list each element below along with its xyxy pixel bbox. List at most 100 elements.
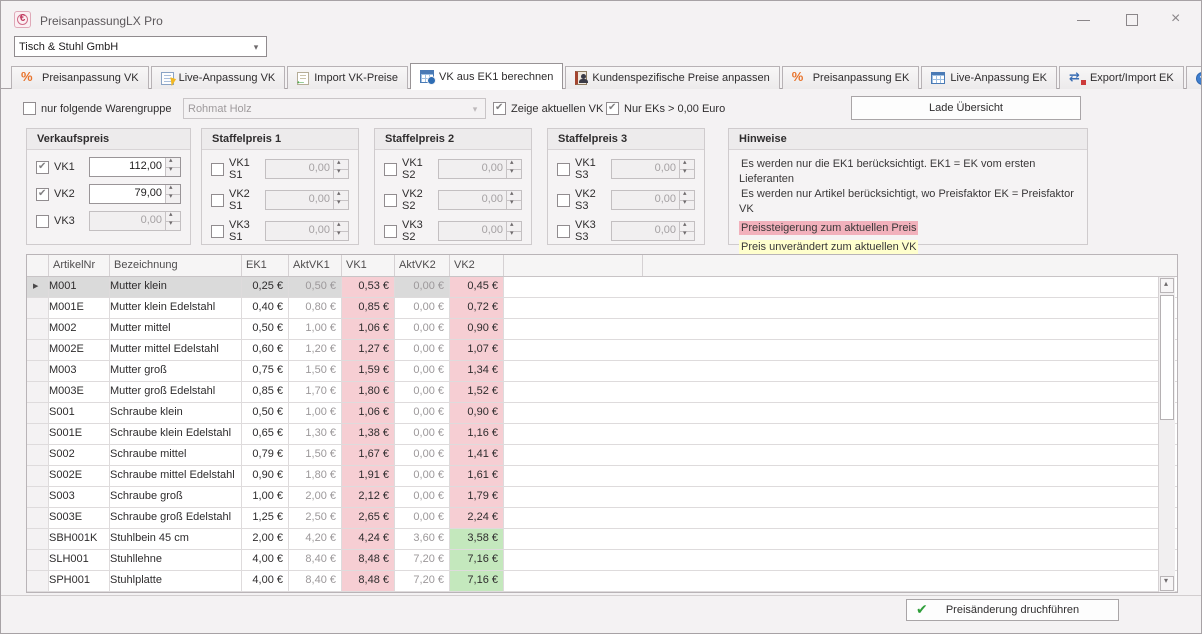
spin-down-icon[interactable] — [507, 231, 521, 241]
cell-ek1[interactable]: 1,00 € — [242, 487, 289, 507]
table-row[interactable]: SLH001Stuhllehne4,00 €8,40 €8,48 €7,20 €… — [27, 550, 1177, 571]
cell-vk2[interactable]: 7,16 € — [450, 550, 504, 570]
table-row[interactable]: M003Mutter groß0,75 €1,50 €1,59 €0,00 €1… — [27, 361, 1177, 382]
cell-bezeichnung[interactable]: Mutter groß — [110, 361, 242, 381]
vk3-spin-edit[interactable]: 0,00 — [89, 211, 181, 231]
spin-down-icon[interactable] — [507, 169, 521, 179]
cell-bezeichnung[interactable]: Schraube groß — [110, 487, 242, 507]
spin-down-icon[interactable] — [680, 200, 694, 210]
row-indicator[interactable] — [27, 466, 49, 486]
cell-ek1[interactable]: 2,00 € — [242, 529, 289, 549]
vk2-s2-checkbox[interactable]: VK2 S2 — [384, 188, 438, 212]
cell-vk1[interactable]: 1,06 € — [342, 403, 395, 423]
cell-artikelnr[interactable]: S003E — [49, 508, 110, 528]
vk1-s3-spin-edit[interactable]: 0,00 — [611, 159, 695, 179]
vk2-s2-spin-edit[interactable]: 0,00 — [438, 190, 522, 210]
cell-aktvk2[interactable]: 0,00 € — [395, 487, 450, 507]
table-row[interactable]: SPH001Stuhlplatte4,00 €8,40 €8,48 €7,20 … — [27, 571, 1177, 592]
cell-aktvk2[interactable]: 0,00 € — [395, 361, 450, 381]
cell-aktvk2[interactable]: 3,60 € — [395, 529, 450, 549]
cell-bezeichnung[interactable]: Mutter mittel Edelstahl — [110, 340, 242, 360]
table-row[interactable]: M002Mutter mittel0,50 €1,00 €1,06 €0,00 … — [27, 319, 1177, 340]
cell-aktvk1[interactable]: 0,50 € — [289, 277, 342, 297]
cell-vk1[interactable]: 4,24 € — [342, 529, 395, 549]
vk1-s3-checkbox[interactable]: VK1 S3 — [557, 157, 611, 181]
cell-vk1[interactable]: 8,48 € — [342, 550, 395, 570]
cell-vk2[interactable]: 1,34 € — [450, 361, 504, 381]
cell-aktvk2[interactable]: 0,00 € — [395, 424, 450, 444]
scroll-up-icon[interactable] — [1160, 278, 1174, 293]
cell-bezeichnung[interactable]: Mutter groß Edelstahl — [110, 382, 242, 402]
column-header-ek1[interactable]: EK1 — [242, 255, 289, 276]
row-indicator[interactable] — [27, 508, 49, 528]
vk3-s3-spin-edit[interactable]: 0,00 — [611, 221, 695, 241]
cell-vk1[interactable]: 0,85 € — [342, 298, 395, 318]
cell-ek1[interactable]: 0,85 € — [242, 382, 289, 402]
maximize-button[interactable] — [1123, 13, 1141, 27]
cell-aktvk2[interactable]: 7,20 € — [395, 550, 450, 570]
warengruppe-select[interactable]: Rohmat Holz — [183, 98, 486, 119]
cell-bezeichnung[interactable]: Mutter mittel — [110, 319, 242, 339]
cell-artikelnr[interactable]: S002E — [49, 466, 110, 486]
table-row[interactable]: S001ESchraube klein Edelstahl0,65 €1,30 … — [27, 424, 1177, 445]
cell-artikelnr[interactable]: M003E — [49, 382, 110, 402]
row-indicator[interactable] — [27, 361, 49, 381]
cell-vk2[interactable]: 0,90 € — [450, 319, 504, 339]
cell-bezeichnung[interactable]: Schraube groß Edelstahl — [110, 508, 242, 528]
cell-vk2[interactable]: 1,79 € — [450, 487, 504, 507]
cell-ek1[interactable]: 0,50 € — [242, 319, 289, 339]
cell-vk1[interactable]: 1,27 € — [342, 340, 395, 360]
vk2-s3-checkbox[interactable]: VK2 S3 — [557, 188, 611, 212]
cell-artikelnr[interactable]: M002E — [49, 340, 110, 360]
vk3-s1-checkbox[interactable]: VK3 S1 — [211, 219, 265, 243]
cell-ek1[interactable]: 0,65 € — [242, 424, 289, 444]
spin-down-icon[interactable] — [680, 231, 694, 241]
row-indicator[interactable] — [27, 382, 49, 402]
cell-aktvk1[interactable]: 8,40 € — [289, 550, 342, 570]
table-row[interactable]: S002Schraube mittel0,79 €1,50 €1,67 €0,0… — [27, 445, 1177, 466]
table-row[interactable]: M003EMutter groß Edelstahl0,85 €1,70 €1,… — [27, 382, 1177, 403]
cell-aktvk1[interactable]: 1,50 € — [289, 445, 342, 465]
row-indicator[interactable] — [27, 340, 49, 360]
cell-aktvk2[interactable]: 0,00 € — [395, 319, 450, 339]
cell-bezeichnung[interactable]: Mutter klein — [110, 277, 242, 297]
close-button[interactable]: × — [1171, 13, 1189, 27]
cell-ek1[interactable]: 0,75 € — [242, 361, 289, 381]
cell-ek1[interactable]: 0,40 € — [242, 298, 289, 318]
tab-live-anpassung-vk[interactable]: Live-Anpassung VK — [151, 66, 286, 89]
cell-aktvk1[interactable]: 1,30 € — [289, 424, 342, 444]
row-indicator[interactable] — [27, 445, 49, 465]
cell-aktvk1[interactable]: 0,80 € — [289, 298, 342, 318]
cell-vk1[interactable]: 1,80 € — [342, 382, 395, 402]
cell-aktvk2[interactable]: 0,00 € — [395, 382, 450, 402]
cell-aktvk1[interactable]: 1,00 € — [289, 403, 342, 423]
table-row[interactable]: S001Schraube klein0,50 €1,00 €1,06 €0,00… — [27, 403, 1177, 424]
cell-aktvk2[interactable]: 0,00 € — [395, 445, 450, 465]
cell-aktvk2[interactable]: 0,00 € — [395, 340, 450, 360]
column-header-vk1[interactable]: VK1 — [342, 255, 395, 276]
cell-vk2[interactable]: 1,52 € — [450, 382, 504, 402]
spin-down-icon[interactable] — [334, 231, 348, 241]
warengruppe-checkbox[interactable]: nur folgende Warengruppe — [23, 102, 171, 115]
cell-vk1[interactable]: 1,91 € — [342, 466, 395, 486]
cell-vk1[interactable]: 2,65 € — [342, 508, 395, 528]
row-indicator[interactable] — [27, 277, 49, 297]
cell-aktvk2[interactable]: 0,00 € — [395, 403, 450, 423]
cell-artikelnr[interactable]: M003 — [49, 361, 110, 381]
cell-artikelnr[interactable]: M001 — [49, 277, 110, 297]
apply-price-change-button[interactable]: Preisänderung druchführen — [906, 599, 1119, 621]
cell-vk2[interactable]: 2,24 € — [450, 508, 504, 528]
spin-down-icon[interactable] — [166, 221, 180, 231]
tab-live-anpassung-ek[interactable]: Live-Anpassung EK — [921, 66, 1057, 89]
cell-aktvk1[interactable]: 8,40 € — [289, 571, 342, 591]
cell-vk1[interactable]: 1,06 € — [342, 319, 395, 339]
spin-down-icon[interactable] — [507, 200, 521, 210]
tab-preisanpassung-vk[interactable]: Preisanpassung VK — [11, 66, 149, 89]
vk1-s2-spin-edit[interactable]: 0,00 — [438, 159, 522, 179]
cell-bezeichnung[interactable]: Stuhlbein 45 cm — [110, 529, 242, 549]
cell-vk2[interactable]: 0,90 € — [450, 403, 504, 423]
cell-bezeichnung[interactable]: Schraube klein — [110, 403, 242, 423]
cell-ek1[interactable]: 4,00 € — [242, 550, 289, 570]
row-indicator[interactable] — [27, 571, 49, 591]
column-header-aktvk1[interactable]: AktVK1 — [289, 255, 342, 276]
